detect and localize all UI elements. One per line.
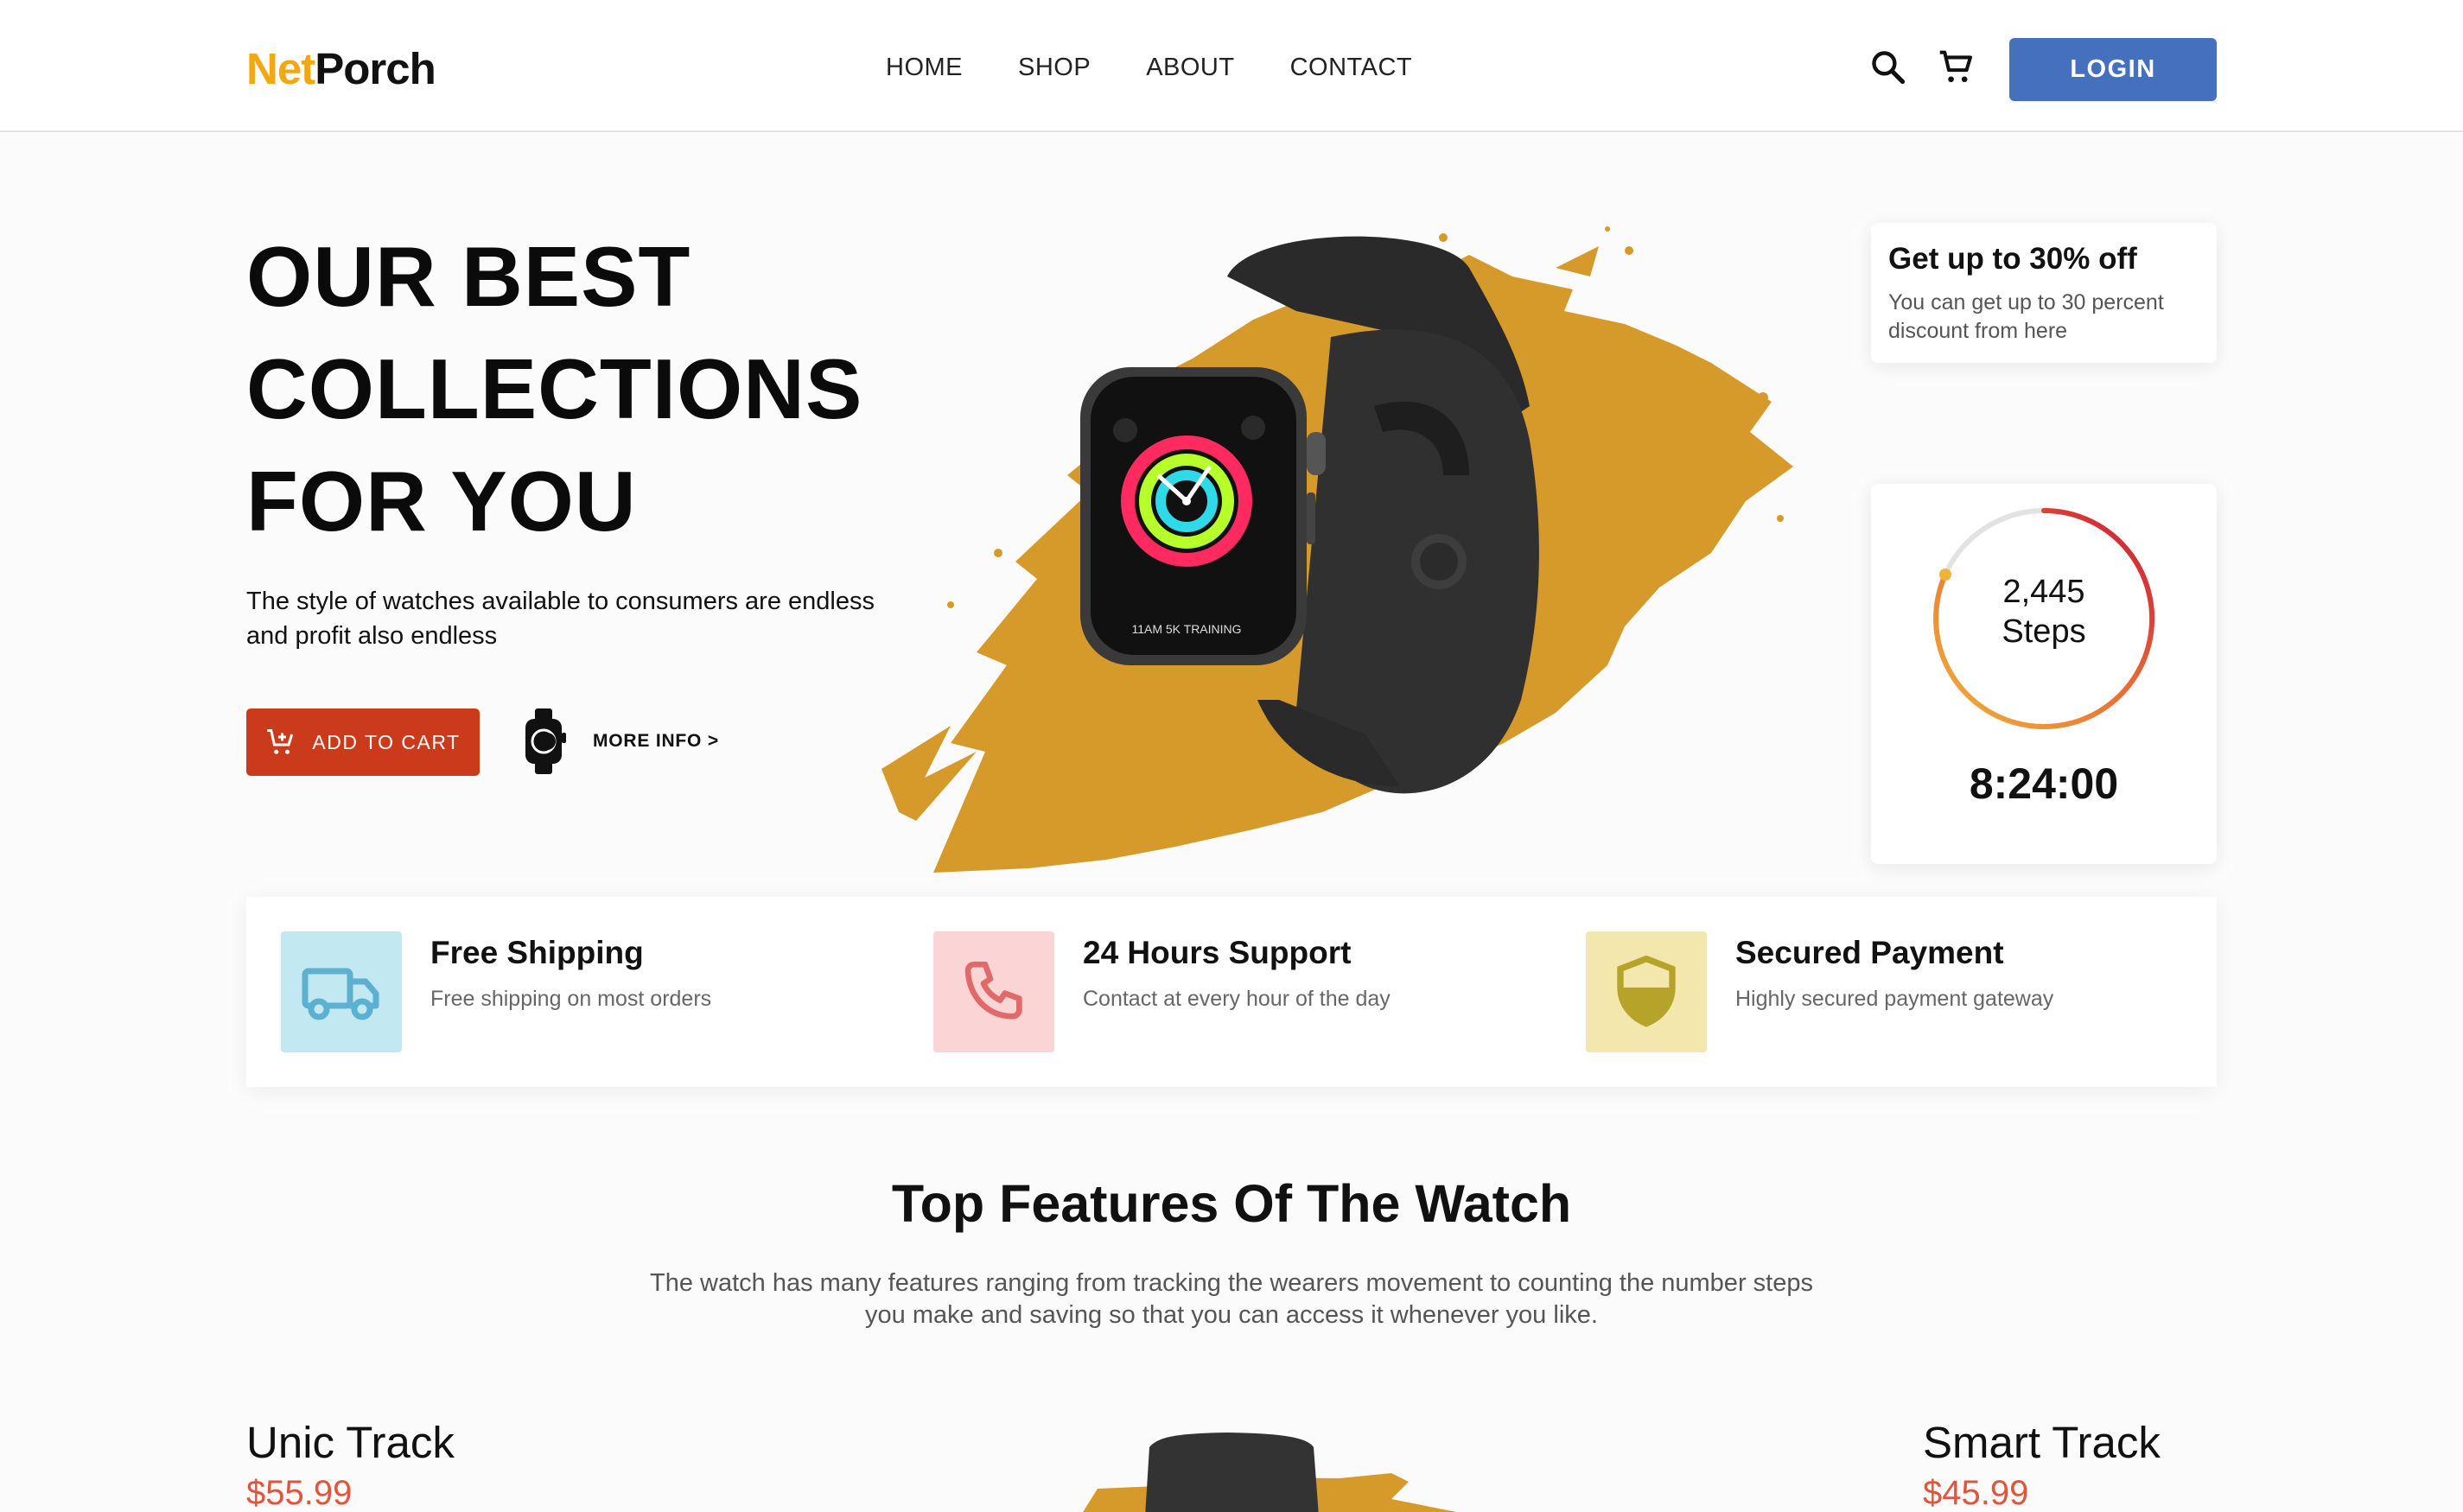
top-navbar: NetPorch HOME SHOP ABOUT CONTACT LOGIN <box>0 0 2463 132</box>
add-to-cart-label: ADD TO CART <box>312 730 461 753</box>
nav-home[interactable]: HOME <box>886 54 963 82</box>
service-secured-payment: Secured Payment Highly secured payment g… <box>1586 931 2053 1052</box>
steps-count: 2,445 <box>2002 574 2085 610</box>
phone-icon <box>933 931 1054 1052</box>
search-icon[interactable] <box>1869 48 1907 86</box>
service-title: Free Shipping <box>430 935 644 970</box>
product-price-smart-track: $45.99 <box>1923 1474 2029 1512</box>
service-desc: Free shipping on most orders <box>430 987 712 1011</box>
steps-card: 2,445 Steps 8:24:00 <box>1871 484 2217 864</box>
hero-title-line: COLLECTIONS <box>246 341 863 436</box>
service-free-shipping: Free Shipping Free shipping on most orde… <box>281 931 711 1052</box>
service-title: 24 Hours Support <box>1083 935 1352 970</box>
hero-title: OUR BEST COLLECTIONS FOR YOU <box>246 220 862 557</box>
product-price-unic-track: $55.99 <box>246 1474 353 1512</box>
nav-about[interactable]: ABOUT <box>1146 54 1234 82</box>
add-to-cart-button[interactable]: ADD TO CART <box>246 708 480 776</box>
page: NetPorch HOME SHOP ABOUT CONTACT LOGIN O… <box>0 0 2463 1512</box>
service-desc: Contact at every hour of the day <box>1083 987 1391 1011</box>
product-name-smart-track[interactable]: Smart Track <box>1923 1417 2161 1468</box>
nav-shop[interactable]: SHOP <box>1018 54 1091 82</box>
feature-watch-image <box>1083 1433 1456 1512</box>
cart-plus-icon <box>267 729 294 754</box>
nav-contact[interactable]: CONTACT <box>1290 54 1413 82</box>
more-info-label: MORE INFO > <box>593 731 719 751</box>
features-section-desc: The watch has many features ranging from… <box>650 1269 1813 1329</box>
features-section-title: Top Features Of The Watch <box>891 1174 1572 1233</box>
brand-logo-net: Net <box>246 44 315 93</box>
hero-subtitle: The style of watches available to consum… <box>246 588 875 650</box>
activity-timer: 8:24:00 <box>1969 759 2119 808</box>
cart-icon[interactable] <box>1938 48 1976 86</box>
services-strip: Free Shipping Free shipping on most orde… <box>246 897 2217 1087</box>
discount-text: You can get up to 30 percent discount fr… <box>1888 290 2164 343</box>
login-button[interactable]: LOGIN <box>2009 38 2217 101</box>
service-title: Secured Payment <box>1735 935 2004 970</box>
brand-logo[interactable]: NetPorch <box>246 43 436 94</box>
steps-label: Steps <box>2002 613 2086 650</box>
service-desc: Highly secured payment gateway <box>1735 987 2054 1011</box>
discount-title: Get up to 30% off <box>1888 242 2137 276</box>
hero-title-line: OUR BEST <box>246 229 691 324</box>
product-name-unic-track[interactable]: Unic Track <box>246 1417 455 1468</box>
hero-title-line: FOR YOU <box>246 454 637 549</box>
brand-logo-porch: Porch <box>315 44 436 93</box>
watch-icon <box>525 708 566 774</box>
more-info-link[interactable]: MORE INFO > <box>519 707 719 776</box>
discount-card[interactable]: Get up to 30% off You can get up to 30 p… <box>1871 223 2217 363</box>
service-support: 24 Hours Support Contact at every hour o… <box>933 931 1391 1052</box>
shield-icon <box>1586 931 1707 1052</box>
truck-icon <box>281 931 402 1052</box>
main-nav: HOME SHOP ABOUT CONTACT <box>886 54 1412 82</box>
watch-face-text: 11AM 5K TRAINING <box>1131 622 1241 636</box>
hero-watch-image: 11AM 5K TRAINING <box>881 226 1793 873</box>
